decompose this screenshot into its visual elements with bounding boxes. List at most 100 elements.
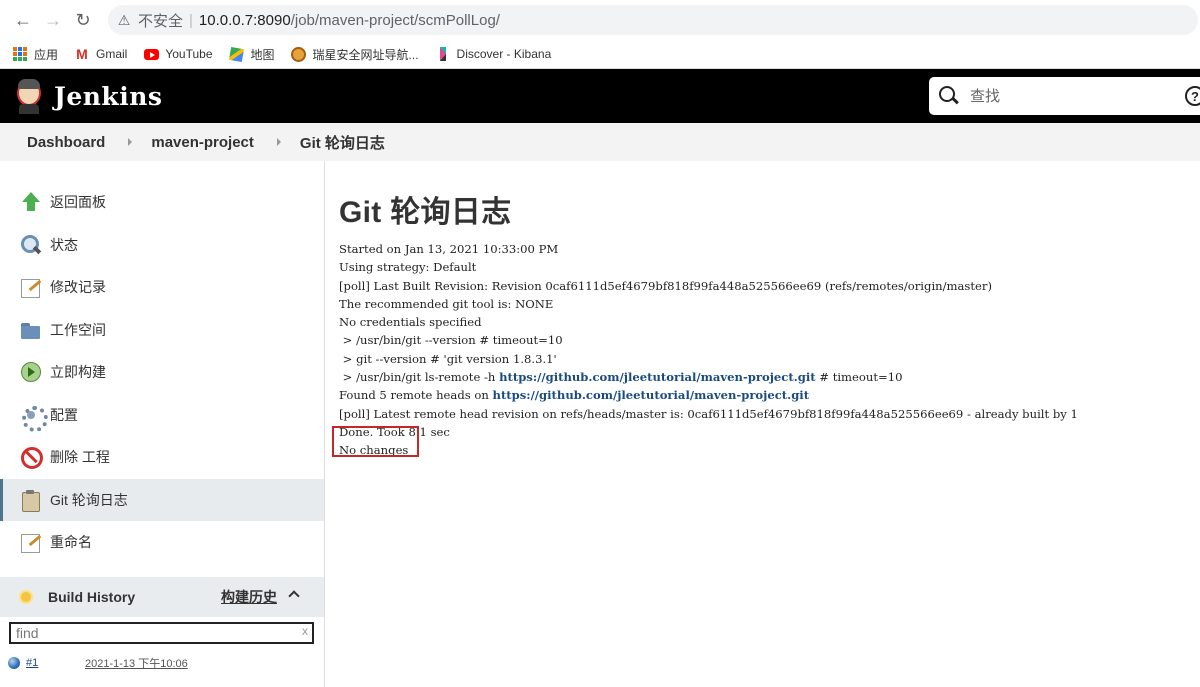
no-sign-icon <box>20 446 43 470</box>
log-line: > /usr/bin/git ls-remote -h <box>339 370 500 385</box>
task-back-to-dashboard[interactable]: 返回面板 <box>0 181 324 224</box>
bookmark-label: Gmail <box>96 47 128 61</box>
url-path: /job/maven-project/scmPollLog/ <box>290 11 500 29</box>
bookmarks-bar: 应用 M Gmail YouTube 地图 瑞星安全网址导航... Discov… <box>0 40 1200 69</box>
log-line: Found 5 remote heads on <box>339 388 493 403</box>
maps-icon <box>228 46 245 62</box>
highlight-box <box>332 426 419 457</box>
back-icon[interactable]: ← <box>8 5 38 35</box>
repo-link[interactable]: https://github.com/jleetutorial/maven-pr… <box>499 370 816 384</box>
task-delete-project[interactable]: 删除 工程 <box>0 436 324 479</box>
bookmark-label: 地图 <box>250 47 275 62</box>
build-history-header: Build History 构建历史 <box>0 577 324 617</box>
insecure-label: 不安全 <box>138 12 184 30</box>
breadcrumb-current[interactable]: Git 轮询日志 <box>300 132 385 153</box>
reload-icon[interactable]: ↻ <box>68 5 98 35</box>
warning-icon[interactable]: ⚠ <box>116 12 132 28</box>
search-input[interactable] <box>970 87 1170 105</box>
youtube-icon <box>143 46 159 62</box>
notepad-icon <box>20 276 42 299</box>
log-line: [poll] Last Built Revision: Revision 0ca… <box>339 278 992 293</box>
search-box[interactable]: ? <box>929 77 1200 115</box>
jenkins-header: Jenkins ? <box>0 69 1200 123</box>
log-line: [poll] Latest remote head revision on re… <box>339 406 1078 421</box>
magnifier-icon <box>20 234 42 256</box>
main-content: Git 轮询日志 Started on Jan 13, 2021 10:33:0… <box>325 161 1200 687</box>
build-filter-input[interactable] <box>11 624 291 642</box>
address-bar[interactable]: ⚠ 不安全 | 10.0.0.7:8090/job/maven-project/… <box>108 5 1198 35</box>
task-label: 立即构建 <box>50 364 106 381</box>
task-label: Git 轮询日志 <box>50 491 128 508</box>
log-line: The recommended git tool is: NONE <box>339 296 554 311</box>
breadcrumb-separator-icon[interactable] <box>276 138 281 146</box>
lion-icon <box>291 46 307 62</box>
clear-icon[interactable]: x <box>302 624 308 638</box>
polling-log: Started on Jan 13, 2021 10:33:00 PM Usin… <box>339 240 1200 460</box>
build-filter-box: x <box>9 622 314 644</box>
task-build-now[interactable]: 立即构建 <box>0 351 324 394</box>
sun-icon <box>18 589 34 605</box>
chevron-up-icon[interactable] <box>288 590 300 602</box>
log-line: > git --version # 'git version 1.8.3.1' <box>339 351 557 366</box>
task-label: 配置 <box>50 406 78 423</box>
breadcrumb-separator-icon[interactable] <box>128 138 133 146</box>
forward-icon[interactable]: → <box>38 5 68 35</box>
url-text[interactable]: 10.0.0.7:8090/job/maven-project/scmPollL… <box>199 12 500 29</box>
breadcrumb: Dashboard maven-project Git 轮询日志 <box>0 123 1200 161</box>
gmail-icon: M <box>76 46 88 62</box>
search-icon <box>938 85 960 107</box>
address-separator: | <box>189 11 193 29</box>
browser-toolbar: ← → ↻ ⚠ 不安全 | 10.0.0.7:8090/job/maven-pr… <box>0 0 1200 40</box>
notepad-icon <box>20 531 42 554</box>
page-title: Git 轮询日志 <box>339 196 512 229</box>
url-host: 10.0.0.7:8090 <box>198 11 291 29</box>
task-git-polling-log[interactable]: Git 轮询日志 <box>0 478 324 521</box>
bookmark-label: 瑞星安全网址导航... <box>312 47 419 62</box>
blue-ball-icon <box>8 657 20 669</box>
task-label: 重命名 <box>50 534 92 551</box>
build-icon <box>20 361 42 383</box>
task-changes[interactable]: 修改记录 <box>0 266 324 309</box>
build-history: Build History 构建历史 x #1 2021-1-13 下午10:0… <box>0 577 324 677</box>
bookmark-rising[interactable]: 瑞星安全网址导航... <box>291 46 419 63</box>
sidebar: 返回面板 状态 修改记录 工作空间 立即构建 配置 删除 工程 Git 轮询日志… <box>0 161 325 687</box>
log-line: No credentials specified <box>339 315 482 330</box>
up-arrow-icon <box>20 191 42 213</box>
task-status[interactable]: 状态 <box>0 224 324 267</box>
kibana-icon <box>435 46 451 62</box>
task-label: 删除 工程 <box>50 449 110 466</box>
bookmark-label: YouTube <box>165 47 213 61</box>
bookmark-apps[interactable]: 应用 <box>12 46 58 63</box>
jenkins-title: Jenkins <box>54 81 163 111</box>
task-label: 工作空间 <box>50 321 106 338</box>
bookmark-label: Discover - Kibana <box>456 47 552 61</box>
build-row: #1 2021-1-13 下午10:06 <box>0 649 324 677</box>
breadcrumb-dashboard[interactable]: Dashboard <box>27 134 105 151</box>
task-configure[interactable]: 配置 <box>0 394 324 437</box>
gear-icon <box>20 404 48 432</box>
bookmark-maps[interactable]: 地图 <box>228 46 275 63</box>
repo-link[interactable]: https://github.com/jleetutorial/maven-pr… <box>493 388 810 402</box>
help-icon[interactable]: ? <box>1185 86 1200 106</box>
log-line: Started on Jan 13, 2021 10:33:00 PM <box>339 242 559 256</box>
bookmark-kibana[interactable]: Discover - Kibana <box>435 46 552 62</box>
main-layout: 返回面板 状态 修改记录 工作空间 立即构建 配置 删除 工程 Git 轮询日志… <box>0 161 1200 687</box>
build-trend-link[interactable]: 构建历史 <box>221 587 277 607</box>
task-label: 修改记录 <box>50 279 106 296</box>
build-date-link[interactable]: 2021-1-13 下午10:06 <box>85 655 188 671</box>
bookmark-youtube[interactable]: YouTube <box>143 46 213 62</box>
task-list: 返回面板 状态 修改记录 工作空间 立即构建 配置 删除 工程 Git 轮询日志… <box>0 161 324 564</box>
task-rename[interactable]: 重命名 <box>0 521 324 564</box>
jenkins-logo[interactable]: Jenkins <box>14 78 162 114</box>
build-number-link[interactable]: #1 <box>26 657 38 669</box>
log-line: Using strategy: Default <box>339 260 477 275</box>
jenkins-butler-icon <box>14 78 44 114</box>
task-label: 状态 <box>50 236 78 253</box>
breadcrumb-project[interactable]: maven-project <box>151 134 254 151</box>
build-history-title: Build History <box>48 589 136 605</box>
task-label: 返回面板 <box>50 194 106 211</box>
clipboard-icon <box>20 489 42 512</box>
task-workspace[interactable]: 工作空间 <box>0 309 324 352</box>
bookmark-gmail[interactable]: M Gmail <box>74 46 127 62</box>
folder-icon <box>20 319 42 341</box>
